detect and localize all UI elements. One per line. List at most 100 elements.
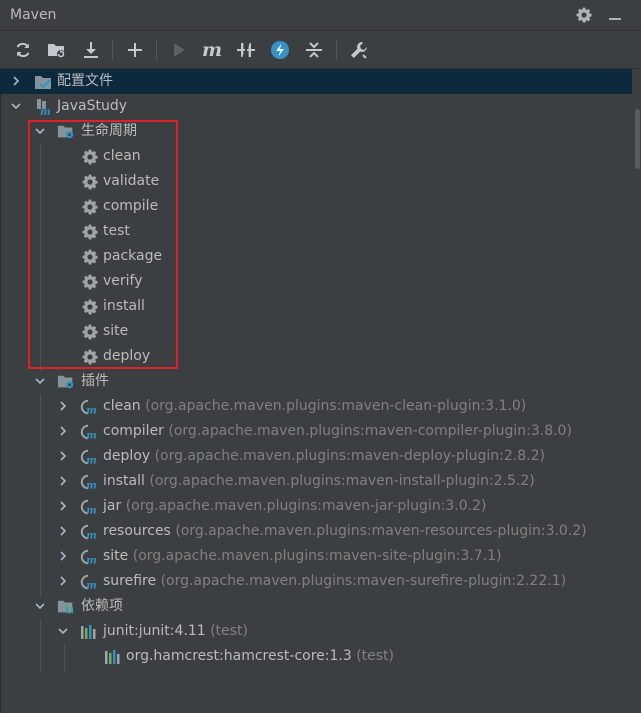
lifecycle-goal-clean[interactable]: clean	[0, 144, 632, 169]
dependency-name: junit:junit:4.11	[103, 623, 206, 639]
download-icon[interactable]	[80, 39, 102, 61]
maven-m-icon[interactable]: m	[201, 39, 223, 61]
plus-icon[interactable]	[124, 39, 146, 61]
tree-item-label: clean (org.apache.maven.plugins:maven-cl…	[103, 394, 526, 419]
lifecycle-goal-test[interactable]: test	[0, 219, 632, 244]
tree-item-label: deploy (org.apache.maven.plugins:maven-d…	[103, 444, 545, 469]
plugin-coordinates: (org.apache.maven.plugins:maven-jar-plug…	[125, 498, 487, 514]
gear-icon[interactable]	[574, 5, 594, 25]
tree-item-plugins[interactable]: 插件	[0, 369, 632, 394]
chevron-right-icon[interactable]	[57, 500, 69, 512]
plugin-item-deploy[interactable]: m deploy (org.apache.maven.plugins:maven…	[0, 444, 632, 469]
chevron-right-icon[interactable]	[10, 75, 22, 87]
lifecycle-goal-package[interactable]: package	[0, 244, 632, 269]
chevron-right-icon[interactable]	[57, 450, 69, 462]
vertical-scrollbar[interactable]	[634, 69, 641, 713]
svg-text:m: m	[40, 107, 51, 116]
wrench-icon[interactable]	[348, 39, 370, 61]
lifecycle-goal-deploy[interactable]: deploy	[0, 344, 632, 369]
chevron-down-icon[interactable]	[34, 600, 46, 612]
maven-plugin-icon: m	[80, 523, 98, 541]
tree-item-label: test	[103, 223, 130, 239]
dependency-item-junit[interactable]: junit:junit:4.11 (test)	[0, 619, 632, 644]
maven-plugin-icon: m	[80, 423, 98, 441]
tree-item-dependencies[interactable]: 依赖项	[0, 594, 632, 619]
tree-item-label: surefire (org.apache.maven.plugins:maven…	[103, 569, 566, 594]
plugin-name: surefire	[103, 573, 157, 589]
minimize-icon[interactable]	[605, 5, 625, 25]
collapse-icon[interactable]	[303, 39, 325, 61]
plugin-item-site[interactable]: m site (org.apache.maven.plugins:maven-s…	[0, 544, 632, 569]
chevron-down-icon[interactable]	[34, 125, 46, 137]
reload-icon[interactable]	[12, 39, 34, 61]
tree-item-label: 生命周期	[81, 123, 137, 139]
tool-window-header: Maven	[0, 0, 641, 31]
chevron-right-icon[interactable]	[57, 475, 69, 487]
tree-item-label: junit:junit:4.11 (test)	[103, 619, 248, 644]
tree-item-config[interactable]: 配置文件	[0, 69, 632, 94]
tree-item-label: validate	[103, 173, 160, 189]
lifecycle-goal-validate[interactable]: validate	[0, 169, 632, 194]
lifecycle-goal-verify[interactable]: verify	[0, 269, 632, 294]
tree-item-label: compile	[103, 198, 159, 214]
tree-item-label: 插件	[81, 373, 109, 389]
chevron-right-icon[interactable]	[57, 575, 69, 587]
toolbar-separator	[156, 40, 157, 60]
plugin-coordinates: (org.apache.maven.plugins:maven-deploy-p…	[154, 448, 545, 464]
plugin-item-compiler[interactable]: m compiler (org.apache.maven.plugins:mav…	[0, 419, 632, 444]
tree-item-label: clean	[103, 148, 141, 164]
plugin-name: install	[103, 473, 145, 489]
lifecycle-goal-install[interactable]: install	[0, 294, 632, 319]
chevron-down-icon[interactable]	[10, 100, 22, 112]
chevron-right-icon[interactable]	[57, 400, 69, 412]
plugin-item-install[interactable]: m install (org.apache.maven.plugins:mave…	[0, 469, 632, 494]
dependencies-folder-icon	[57, 598, 75, 616]
tree-item-project[interactable]: m JavaStudy	[0, 94, 632, 119]
chevron-right-icon[interactable]	[57, 425, 69, 437]
plugin-item-jar[interactable]: m jar (org.apache.maven.plugins:maven-ja…	[0, 494, 632, 519]
maven-plugin-icon: m	[80, 548, 98, 566]
dependency-item-hamcrest[interactable]: org.hamcrest:hamcrest-core:1.3 (test)	[0, 644, 632, 669]
skip-tests-icon[interactable]	[269, 39, 291, 61]
svg-text:m: m	[86, 530, 96, 541]
tree-item-label: 依赖项	[81, 598, 123, 614]
tree-item-label: compiler (org.apache.maven.plugins:maven…	[103, 419, 572, 444]
plugin-coordinates: (org.apache.maven.plugins:maven-compiler…	[168, 423, 572, 439]
tree-item-lifecycle[interactable]: 生命周期	[0, 119, 632, 144]
lifecycle-folder-icon	[57, 123, 75, 141]
plugin-name: jar	[103, 498, 122, 514]
lifecycle-goal-compile[interactable]: compile	[0, 194, 632, 219]
tree-item-label: verify	[103, 273, 143, 289]
tree-item-label: 配置文件	[57, 73, 113, 89]
tree-item-label: install (org.apache.maven.plugins:maven-…	[103, 469, 535, 494]
offline-icon[interactable]	[235, 39, 257, 61]
chevron-down-icon[interactable]	[57, 625, 69, 637]
tree-item-label: package	[103, 248, 163, 264]
svg-text:m: m	[86, 480, 96, 491]
maven-project-tree: 配置文件 m JavaStudy 生命周期 clean validate com…	[0, 69, 641, 713]
svg-text:m: m	[86, 580, 96, 591]
plugin-item-clean[interactable]: m clean (org.apache.maven.plugins:maven-…	[0, 394, 632, 419]
tree-item-label: org.hamcrest:hamcrest-core:1.3 (test)	[126, 644, 394, 669]
folder-sync-icon[interactable]	[46, 39, 68, 61]
gear-icon	[81, 148, 99, 166]
svg-text:m: m	[86, 505, 96, 516]
scrollbar-thumb[interactable]	[635, 109, 640, 169]
chevron-right-icon[interactable]	[57, 525, 69, 537]
toolbar-separator	[112, 40, 113, 60]
library-icon	[104, 648, 122, 666]
plugin-coordinates: (org.apache.maven.plugins:maven-install-…	[149, 473, 535, 489]
lifecycle-goal-site[interactable]: site	[0, 319, 632, 344]
plugin-coordinates: (org.apache.maven.plugins:maven-clean-pl…	[145, 398, 527, 414]
plugin-item-resources[interactable]: m resources (org.apache.maven.plugins:ma…	[0, 519, 632, 544]
plugin-coordinates: (org.apache.maven.plugins:maven-resource…	[175, 523, 587, 539]
plugin-name: site	[103, 548, 129, 564]
plugins-folder-icon	[57, 373, 75, 391]
chevron-right-icon[interactable]	[57, 550, 69, 562]
chevron-down-icon[interactable]	[34, 375, 46, 387]
maven-plugin-icon: m	[80, 473, 98, 491]
play-icon[interactable]	[168, 39, 190, 61]
tree-item-label: jar (org.apache.maven.plugins:maven-jar-…	[103, 494, 487, 519]
tree-item-label: site	[103, 323, 129, 339]
plugin-item-surefire[interactable]: m surefire (org.apache.maven.plugins:mav…	[0, 569, 632, 594]
